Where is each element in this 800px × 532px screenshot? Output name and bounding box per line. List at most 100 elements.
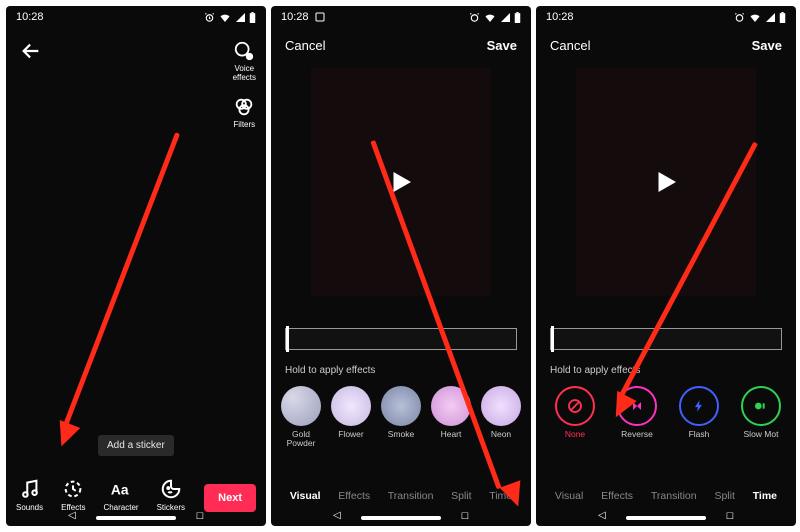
signal-icon: [500, 12, 510, 22]
timeline-scrubber[interactable]: [285, 328, 517, 350]
nav-back-icon[interactable]: ◁: [333, 510, 341, 521]
tab-visual[interactable]: Visual: [290, 490, 321, 502]
cancel-button[interactable]: Cancel: [550, 38, 590, 53]
fx-slow-motion[interactable]: Slow Mot: [738, 386, 784, 439]
tab-split[interactable]: Split: [451, 490, 471, 502]
tab-transition[interactable]: Transition: [651, 490, 697, 502]
fx-smoke[interactable]: Smoke: [381, 386, 421, 439]
status-icons: [204, 12, 256, 23]
filters-button[interactable]: Filters: [233, 96, 255, 129]
stickers-label: Stickers: [157, 503, 185, 512]
effects-hint: Hold to apply effects: [550, 365, 640, 376]
filters-icon: [233, 96, 255, 118]
effects-button[interactable]: Effects: [61, 478, 85, 512]
nav-recent-icon[interactable]: ☐: [196, 511, 204, 522]
music-note-icon: [19, 478, 41, 500]
comparison-stage: 10:28 Voice effects Filters: [0, 0, 800, 532]
text-aa-icon: Aa: [110, 478, 132, 500]
tab-effects[interactable]: Effects: [338, 490, 370, 502]
fx-label: None: [565, 430, 585, 439]
save-button[interactable]: Save: [752, 38, 782, 53]
tab-time[interactable]: Time: [753, 490, 777, 502]
voice-effects-icon: [233, 40, 255, 62]
stickers-button[interactable]: Stickers: [157, 478, 185, 512]
battery-icon: [249, 12, 256, 23]
battery-icon: [779, 12, 786, 23]
play-icon: [651, 167, 681, 197]
alarm-icon: [469, 12, 480, 23]
signal-icon: [765, 12, 775, 22]
tab-transition[interactable]: Transition: [388, 490, 434, 502]
alarm-icon: [204, 12, 215, 23]
wifi-icon: [749, 12, 761, 22]
effect-tabs: Visual Effects Transition Split Time: [271, 490, 531, 502]
fx-neon[interactable]: Neon: [481, 386, 521, 439]
effects-row: Gold Powder Flower Smoke Heart Neon Rain…: [281, 386, 531, 464]
fx-flash[interactable]: Flash: [676, 386, 722, 439]
cancel-button[interactable]: Cancel: [285, 38, 325, 53]
status-bar: 10:28: [536, 6, 796, 28]
fx-label: Slow Mot: [744, 430, 779, 439]
video-preview[interactable]: [576, 68, 756, 296]
nav-recent-icon[interactable]: ☐: [461, 511, 469, 522]
fx-label: Heart: [441, 430, 462, 439]
fx-label: Neon: [491, 430, 511, 439]
tab-time[interactable]: Time: [489, 490, 512, 502]
playhead[interactable]: [286, 326, 289, 352]
clock: 10:28: [281, 11, 309, 23]
fx-label: Flower: [338, 430, 364, 439]
clock: 10:28: [546, 11, 574, 23]
tab-split[interactable]: Split: [714, 490, 734, 502]
play-icon: [386, 167, 416, 197]
fx-none[interactable]: None: [552, 386, 598, 439]
timeline-scrubber[interactable]: [550, 328, 782, 350]
character-button[interactable]: Aa Character: [103, 478, 138, 512]
effects-clock-icon: [62, 478, 84, 500]
svg-text:Aa: Aa: [111, 483, 129, 498]
clock: 10:28: [16, 11, 44, 23]
fx-label: Reverse: [621, 430, 653, 439]
fx-reverse[interactable]: Reverse: [614, 386, 660, 439]
screenshot-3: 10:28 Cancel Save Hold to apply effects: [536, 6, 796, 526]
character-label: Character: [103, 503, 138, 512]
video-preview[interactable]: [311, 68, 491, 296]
tab-visual[interactable]: Visual: [555, 490, 583, 502]
fx-label: Flash: [689, 430, 710, 439]
add-sticker-tooltip: Add a sticker: [98, 435, 174, 456]
fx-heart[interactable]: Heart: [431, 386, 471, 439]
wifi-icon: [219, 12, 231, 22]
nav-home-pill[interactable]: [626, 516, 706, 520]
nav-home-pill[interactable]: [361, 516, 441, 520]
voice-effects-button[interactable]: Voice effects: [233, 40, 256, 82]
effects-hint: Hold to apply effects: [285, 365, 375, 376]
save-chip-icon: [315, 12, 325, 22]
nav-recent-icon[interactable]: ☐: [726, 511, 734, 522]
sticker-icon: [160, 478, 182, 500]
screenshot-2: 10:28 Cancel Save Hold to apply eff: [271, 6, 531, 526]
filters-label: Filters: [233, 120, 255, 129]
battery-icon: [514, 12, 521, 23]
fx-flower[interactable]: Flower: [331, 386, 371, 439]
reverse-icon: [629, 398, 645, 414]
back-button[interactable]: [20, 40, 42, 62]
tab-effects[interactable]: Effects: [601, 490, 633, 502]
nav-back-icon[interactable]: ◁: [598, 510, 606, 521]
fx-label: Smoke: [388, 430, 414, 439]
wifi-icon: [484, 12, 496, 22]
playhead[interactable]: [551, 326, 554, 352]
alarm-icon: [734, 12, 745, 23]
sounds-button[interactable]: Sounds: [16, 478, 43, 512]
status-icons: [734, 12, 786, 23]
nav-home-pill[interactable]: [96, 516, 176, 520]
effects-row: None Reverse Flash Slow Mot: [552, 386, 796, 464]
arrow-left-icon: [20, 40, 42, 62]
nav-back-icon[interactable]: ◁: [68, 510, 76, 521]
flash-icon: [692, 398, 706, 414]
fx-label: Gold Powder: [287, 430, 316, 449]
save-button[interactable]: Save: [487, 38, 517, 53]
screenshot-1: 10:28 Voice effects Filters: [6, 6, 266, 526]
status-icons: [469, 12, 521, 23]
next-button[interactable]: Next: [204, 484, 256, 512]
fx-gold-powder[interactable]: Gold Powder: [281, 386, 321, 449]
status-bar: 10:28: [6, 6, 266, 28]
